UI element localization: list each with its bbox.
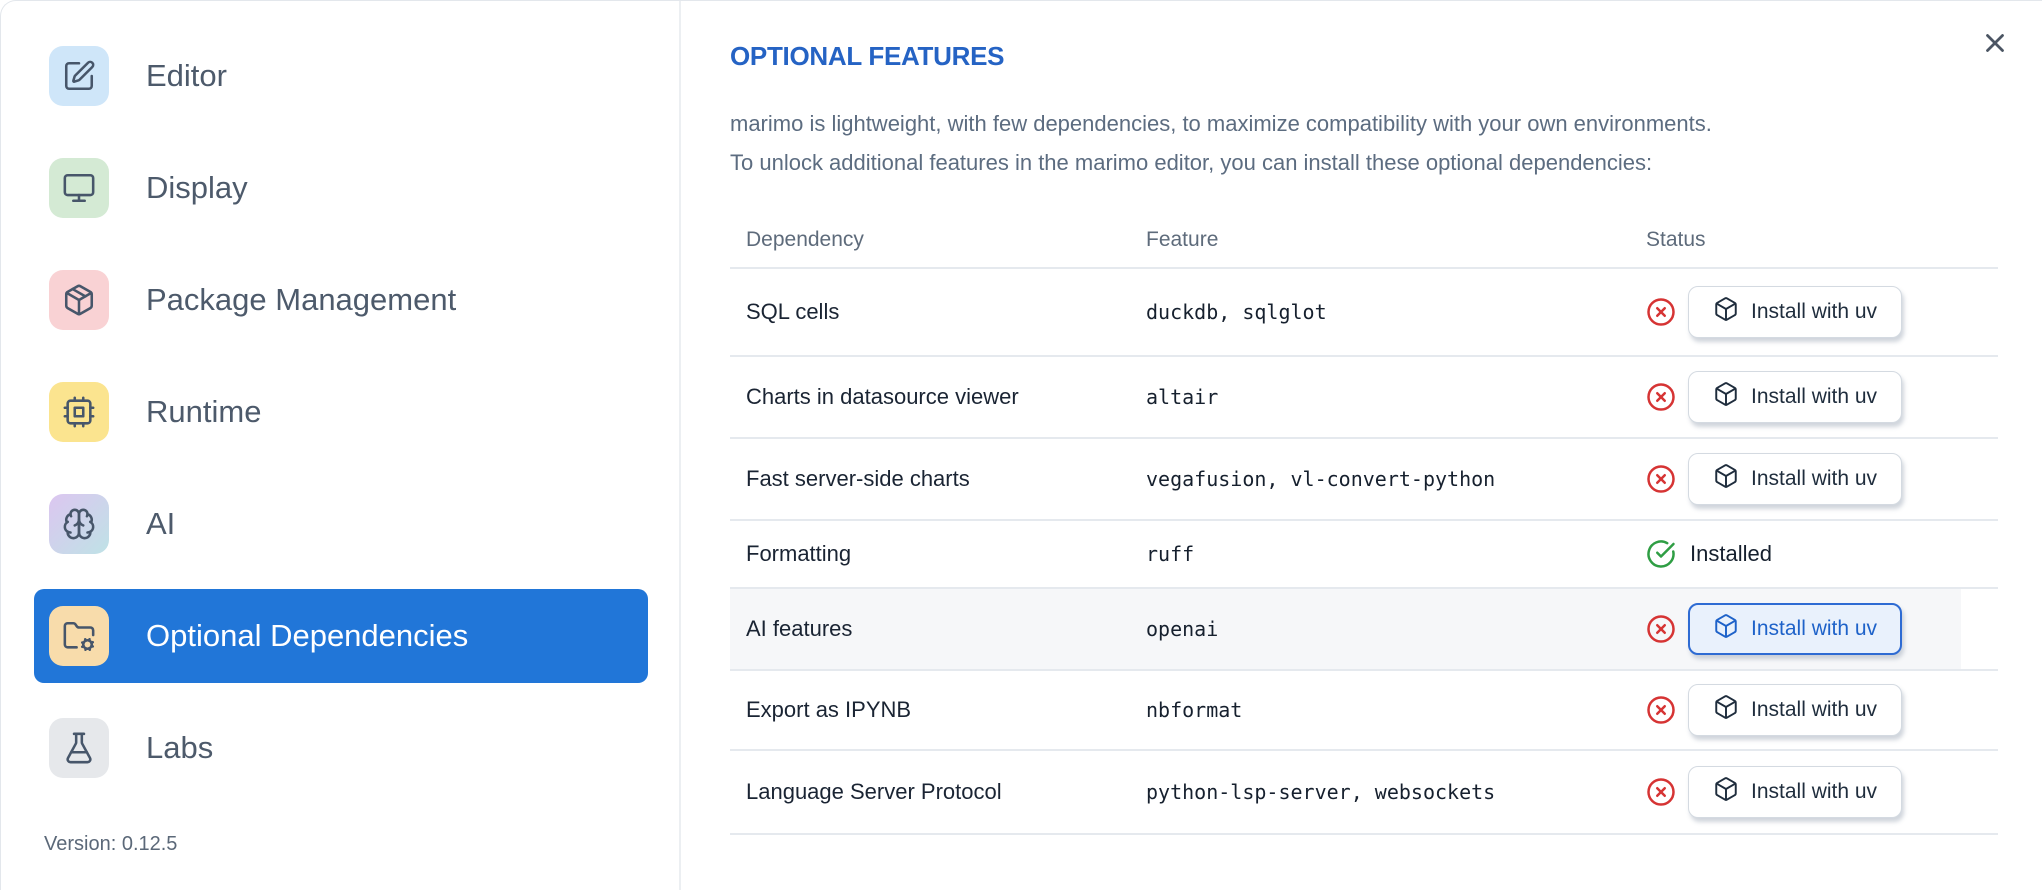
dependency-cell: Language Server Protocol <box>746 779 1002 804</box>
install-button-label: Install with uv <box>1751 467 1878 490</box>
package-icon <box>1713 694 1739 726</box>
status-cell: Installed <box>1646 539 1998 569</box>
not-installed-icon <box>1646 614 1676 644</box>
sidebar-item-runtime[interactable]: Runtime <box>34 356 648 468</box>
sidebar-item-label: Package Management <box>146 282 457 317</box>
feature-cell: ruff <box>1146 542 1646 566</box>
install-button-label: Install with uv <box>1751 780 1878 803</box>
column-header-status: Status <box>1646 227 1706 251</box>
status-cell: Install with uv <box>1646 453 1998 505</box>
feature-packages: altair <box>1146 385 1219 409</box>
folder-cog-icon <box>49 606 109 666</box>
not-installed-icon <box>1646 777 1676 807</box>
flask-icon <box>49 718 109 778</box>
page-title: OPTIONAL FEATURES <box>730 41 1005 71</box>
close-button[interactable] <box>1978 27 2012 61</box>
install-button-label: Install with uv <box>1751 300 1878 323</box>
install-with-uv-button[interactable]: Install with uv <box>1688 684 1903 736</box>
sidebar-item-editor[interactable]: Editor <box>34 20 648 132</box>
feature-cell: vegafusion, vl-convert-python <box>1146 467 1646 491</box>
not-installed-icon <box>1646 695 1676 725</box>
status-cell: Install with uv <box>1646 684 1998 736</box>
feature-packages: nbformat <box>1146 698 1243 722</box>
install-with-uv-button[interactable]: Install with uv <box>1688 603 1903 655</box>
feature-packages: openai <box>1146 617 1219 641</box>
cpu-icon <box>49 382 109 442</box>
sidebar-item-optional-dependencies[interactable]: Optional Dependencies <box>34 589 648 683</box>
not-installed-icon <box>1646 464 1676 494</box>
status-cell: Install with uv <box>1646 371 1998 423</box>
brain-icon <box>49 494 109 554</box>
status-cell: Install with uv <box>1646 286 1998 338</box>
dependency-cell: Fast server-side charts <box>746 466 970 491</box>
dependency-cell: Export as IPYNB <box>746 697 912 722</box>
install-with-uv-button[interactable]: Install with uv <box>1688 286 1903 338</box>
close-icon <box>1980 28 2010 61</box>
app-version: Version: 0.12.5 <box>44 833 178 855</box>
dependency-cell: SQL cells <box>746 299 840 324</box>
dependency-cell: AI features <box>746 616 853 641</box>
table-row: Export as IPYNB nbformat Install with uv <box>730 671 1998 751</box>
sidebar-item-label: Editor <box>146 58 227 93</box>
sidebar-item-label: Runtime <box>146 394 262 429</box>
package-icon <box>1713 296 1739 328</box>
settings-dialog: Editor Display Package Management Runtim… <box>0 0 2042 890</box>
feature-packages: duckdb, sqlglot <box>1146 300 1327 324</box>
status-cell: Install with uv <box>1646 603 1998 655</box>
panel-description: marimo is lightweight, with few dependen… <box>730 104 2000 182</box>
package-icon <box>1713 463 1739 495</box>
sidebar-item-labs[interactable]: Labs <box>34 692 648 804</box>
square-pen-icon <box>49 46 109 106</box>
dependency-cell: Charts in datasource viewer <box>746 384 1019 409</box>
description-line: marimo is lightweight, with few dependen… <box>730 111 1712 136</box>
sidebar-item-label: Labs <box>146 730 214 765</box>
installed-label: Installed <box>1690 541 1772 566</box>
sidebar-item-label: Optional Dependencies <box>146 618 469 653</box>
feature-packages: vegafusion, vl-convert-python <box>1146 467 1496 491</box>
not-installed-icon <box>1646 297 1676 327</box>
monitor-icon <box>49 158 109 218</box>
table-row: Fast server-side charts vegafusion, vl-c… <box>730 439 1998 521</box>
feature-packages: ruff <box>1146 542 1195 566</box>
table-row: Formatting ruff Installed <box>730 521 1998 589</box>
feature-packages: python-lsp-server, websockets <box>1146 780 1496 804</box>
not-installed-icon <box>1646 382 1676 412</box>
sidebar-item-label: Display <box>146 170 248 205</box>
install-with-uv-button[interactable]: Install with uv <box>1688 371 1903 423</box>
feature-cell: duckdb, sqlglot <box>1146 300 1646 324</box>
package-icon <box>1713 381 1739 413</box>
description-line: To unlock additional features in the mar… <box>730 150 1653 175</box>
status-cell: Install with uv <box>1646 766 1998 818</box>
column-header-dependency: Dependency <box>746 227 864 251</box>
package-icon <box>49 270 109 330</box>
optional-features-panel: OPTIONAL FEATURES marimo is lightweight,… <box>681 1 2042 890</box>
settings-sidebar: Editor Display Package Management Runtim… <box>1 1 681 890</box>
install-button-label: Install with uv <box>1751 385 1878 408</box>
package-icon <box>1713 613 1739 645</box>
sidebar-item-package-management[interactable]: Package Management <box>34 244 648 356</box>
table-row: Language Server Protocol python-lsp-serv… <box>730 751 1998 835</box>
install-button-label: Install with uv <box>1751 698 1878 721</box>
feature-cell: nbformat <box>1146 698 1646 722</box>
column-header-feature: Feature <box>1146 227 1219 251</box>
feature-cell: altair <box>1146 385 1646 409</box>
feature-cell: openai <box>1146 617 1646 641</box>
table-row: SQL cells duckdb, sqlglot Install with u… <box>730 269 1998 357</box>
table-header: Dependency Feature Status <box>730 212 1998 269</box>
sidebar-item-label: AI <box>146 506 176 541</box>
install-with-uv-button[interactable]: Install with uv <box>1688 453 1903 505</box>
dependency-cell: Formatting <box>746 541 852 566</box>
table-row: Charts in datasource viewer altair Insta… <box>730 357 1998 439</box>
package-icon <box>1713 776 1739 808</box>
table-row: AI features openai Install with uv <box>730 589 1998 671</box>
dependencies-table: Dependency Feature Status SQL cells duck… <box>730 212 1998 835</box>
install-with-uv-button[interactable]: Install with uv <box>1688 766 1903 818</box>
install-button-label: Install with uv <box>1751 617 1878 640</box>
installed-icon <box>1646 539 1676 569</box>
feature-cell: python-lsp-server, websockets <box>1146 780 1646 804</box>
table-body: SQL cells duckdb, sqlglot Install with u… <box>730 269 1998 835</box>
sidebar-item-display[interactable]: Display <box>34 132 648 244</box>
sidebar-item-ai[interactable]: AI <box>34 468 648 580</box>
